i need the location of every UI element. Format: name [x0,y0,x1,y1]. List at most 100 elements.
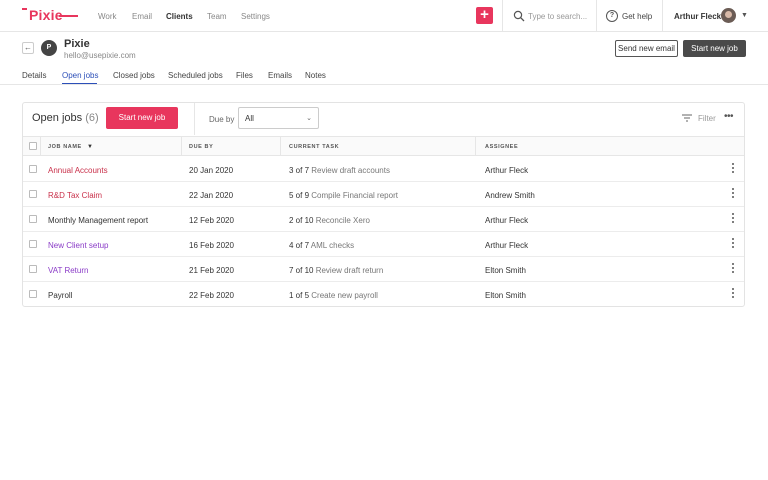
task-name: Create new payroll [311,291,378,300]
user-name[interactable]: Arthur Fleck [674,12,721,21]
task-name: Review draft accounts [311,166,390,175]
divider [596,0,597,32]
table-row[interactable]: R&D Tax Claim 22 Jan 2020 5 of 9 Compile… [23,182,744,207]
filter-button[interactable]: Filter [698,114,716,123]
column-divider [181,137,182,155]
avatar[interactable] [721,8,736,23]
due-date: 20 Jan 2020 [189,166,234,175]
row-menu-icon[interactable] [731,288,735,300]
logo[interactable]: Pixie [29,7,63,23]
row-menu-icon[interactable] [731,213,735,225]
current-task[interactable]: 3 of 7 Review draft accounts [289,166,390,175]
due-date: 22 Jan 2020 [189,191,234,200]
chevron-down-icon: ⌄ [306,115,312,122]
assignee: Elton Smith [485,266,526,275]
job-name-link[interactable]: VAT Return [48,266,88,275]
row-checkbox[interactable] [29,290,37,298]
row-checkbox[interactable] [29,215,37,223]
row-menu-icon[interactable] [731,188,735,200]
header-job-name[interactable]: JOB NAME [48,144,82,150]
table-row[interactable]: VAT Return 21 Feb 2020 7 of 10 Review dr… [23,257,744,282]
search-input[interactable] [528,10,592,22]
filter-icon[interactable] [682,114,692,122]
tab-details[interactable]: Details [22,71,46,80]
table-header: JOB NAME ▼ DUE BY CURRENT TASK ASSIGNEE [23,136,744,156]
job-name-link[interactable]: Monthly Management report [48,216,148,225]
due-date: 21 Feb 2020 [189,266,234,275]
row-checkbox[interactable] [29,265,37,273]
tab-notes[interactable]: Notes [305,71,326,80]
task-name: Compile Financial report [311,191,398,200]
client-email[interactable]: hello@usepixie.com [64,51,136,60]
row-checkbox[interactable] [29,165,37,173]
column-divider [280,137,281,155]
task-progress: 2 of 10 [289,216,314,225]
row-checkbox[interactable] [29,240,37,248]
due-by-label: Due by [209,115,235,124]
client-name: Pixie [64,38,90,50]
task-progress: 1 of 5 [289,291,310,300]
job-name-link[interactable]: R&D Tax Claim [48,191,102,200]
help-icon[interactable]: ? [606,10,618,22]
get-help-link[interactable]: Get help [622,12,652,21]
row-checkbox[interactable] [29,190,37,198]
header-assignee[interactable]: ASSIGNEE [485,144,518,150]
task-name: Review draft return [315,266,384,275]
assignee: Arthur Fleck [485,166,529,175]
tab-scheduled-jobs[interactable]: Scheduled jobs [168,71,223,80]
send-new-email-button[interactable]: Send new email [615,40,678,57]
select-all-checkbox[interactable] [29,142,37,150]
assignee: Arthur Fleck [485,241,529,250]
column-divider [40,137,41,155]
assignee: Arthur Fleck [485,216,529,225]
add-new-button[interactable]: + [476,7,493,24]
sort-desc-icon[interactable]: ▼ [87,144,93,150]
job-name-link[interactable]: New Client setup [48,241,108,250]
logo-underline [59,15,78,17]
top-navbar: Pixie Work Email Clients Team Settings +… [0,0,768,32]
nav-team[interactable]: Team [207,12,227,21]
row-menu-icon[interactable] [731,163,735,175]
tab-emails[interactable]: Emails [268,71,292,80]
nav-settings[interactable]: Settings [241,12,270,21]
current-task[interactable]: 4 of 7 AML checks [289,241,354,250]
logo-dash [22,8,27,10]
chevron-down-icon[interactable]: ▼ [741,12,748,19]
header-current-task[interactable]: CURRENT TASK [289,144,339,150]
tab-open-jobs[interactable]: Open jobs [62,71,98,80]
row-menu-icon[interactable] [731,238,735,250]
start-new-job-button[interactable]: Start new job [683,40,746,57]
assignee: Elton Smith [485,291,526,300]
current-task[interactable]: 1 of 5 Create new payroll [289,291,378,300]
nav-email[interactable]: Email [132,12,152,21]
tab-closed-jobs[interactable]: Closed jobs [113,71,155,80]
search-icon [513,10,525,22]
back-button[interactable]: ← [22,42,34,54]
current-task[interactable]: 5 of 9 Compile Financial report [289,191,398,200]
job-name-link[interactable]: Payroll [48,291,72,300]
arrow-left-icon: ← [24,43,32,52]
current-task[interactable]: 7 of 10 Review draft return [289,266,383,275]
task-name: Reconcile Xero [315,216,370,225]
panel-title-text: Open jobs [32,112,83,124]
job-name-link[interactable]: Annual Accounts [48,166,108,175]
divider [662,0,663,32]
task-progress: 3 of 7 [289,166,310,175]
nav-work[interactable]: Work [98,12,117,21]
panel-title: Open jobs (6) [32,112,99,124]
nav-clients[interactable]: Clients [166,12,193,21]
table-row[interactable]: Monthly Management report 12 Feb 2020 2 … [23,207,744,232]
column-divider [475,137,476,155]
start-new-job-primary-button[interactable]: Start new job [106,107,178,129]
header-due-by[interactable]: DUE BY [189,144,213,150]
row-menu-icon[interactable] [731,263,735,275]
divider [502,0,503,32]
table-row[interactable]: Annual Accounts 20 Jan 2020 3 of 7 Revie… [23,157,744,182]
tab-files[interactable]: Files [236,71,253,80]
due-by-select[interactable]: All ⌄ [238,107,319,129]
job-count: (6) [85,112,99,124]
more-horizontal-icon[interactable]: ••• [724,111,734,122]
table-row[interactable]: New Client setup 16 Feb 2020 4 of 7 AML … [23,232,744,257]
current-task[interactable]: 2 of 10 Reconcile Xero [289,216,370,225]
table-row[interactable]: Payroll 22 Feb 2020 1 of 5 Create new pa… [23,282,744,307]
